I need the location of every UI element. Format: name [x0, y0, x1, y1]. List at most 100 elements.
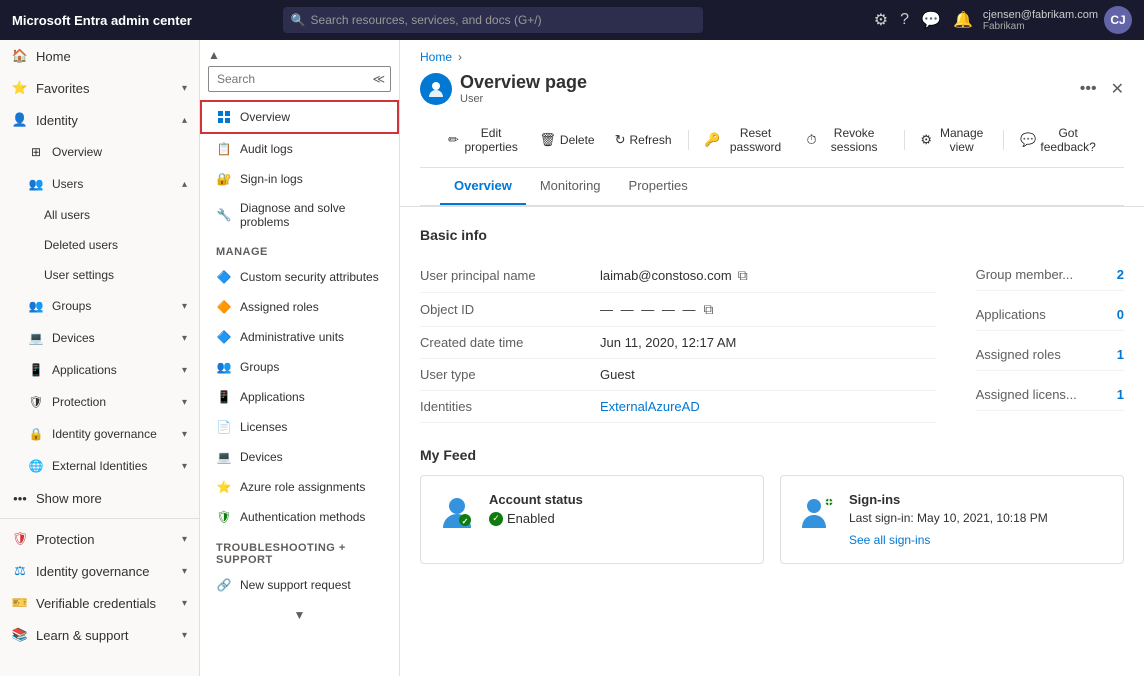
sidebar-item-overview[interactable]: ⊞ Overview: [0, 136, 199, 168]
sidebar-label-user-settings: User settings: [44, 268, 187, 282]
secondary-search-input[interactable]: [208, 66, 391, 92]
upn-text: laimab@constoso.com: [600, 268, 732, 283]
shield2-icon: 🛡: [12, 531, 28, 547]
secondary-nav-auth-methods[interactable]: 🛡 Authentication methods: [200, 502, 399, 532]
user-menu[interactable]: cjensen@fabrikam.com Fabrikam CJ: [983, 6, 1132, 34]
secondary-nav-diagnose[interactable]: 🔧 Diagnose and solve problems: [200, 194, 399, 236]
chevron-down-icon-protection2: ▾: [182, 534, 187, 545]
sign-ins-content: Sign-ins Last sign-in: May 10, 2021, 10:…: [849, 492, 1048, 547]
search-input[interactable]: [283, 7, 703, 33]
upn-value: laimab@constoso.com ⧉: [600, 267, 936, 284]
notification-icon[interactable]: 🔔: [953, 10, 973, 30]
sidebar-label-identity: Identity: [36, 113, 174, 128]
user-avatar[interactable]: CJ: [1104, 6, 1132, 34]
revoke-sessions-btn[interactable]: ⏱ Revoke sessions: [799, 121, 896, 159]
secondary-nav-audit-logs[interactable]: 📋 Audit logs: [200, 134, 399, 164]
secondary-nav-new-support[interactable]: 🔗 New support request: [200, 570, 399, 600]
upn-label: User principal name: [420, 268, 600, 283]
applications-stat-value[interactable]: 0: [1117, 307, 1124, 322]
secondary-nav-licenses[interactable]: 📄 Licenses: [200, 412, 399, 442]
main-content: Home › Overview page User ••• ✕: [400, 40, 1144, 676]
page-subtitle: User: [460, 93, 587, 105]
toolbar-divider-3: [1003, 130, 1004, 150]
shield-icon: 🛡: [28, 394, 44, 410]
sidebar-item-users[interactable]: 👥 Users ▴: [0, 168, 199, 200]
sidebar-label-identity-governance: Identity governance: [52, 427, 174, 441]
feedback-icon[interactable]: 💬: [921, 10, 941, 30]
edit-properties-btn[interactable]: ✏ Edit properties: [440, 121, 527, 159]
sidebar-item-show-more[interactable]: ••• Show more: [0, 482, 199, 514]
secondary-nav-assigned-roles[interactable]: 🔶 Assigned roles: [200, 292, 399, 322]
sidebar-item-groups[interactable]: 👥 Groups ▾: [0, 290, 199, 322]
secondary-nav-devices[interactable]: 💻 Devices: [200, 442, 399, 472]
sidebar-item-favorites[interactable]: ⭐ Favorites ▾: [0, 72, 199, 104]
secondary-search-container: ≪: [200, 66, 399, 100]
sidebar-item-learn-support[interactable]: 📚 Learn & support ▾: [0, 619, 199, 651]
secondary-nav-applications[interactable]: 📱 Applications: [200, 382, 399, 412]
assigned-licenses-value[interactable]: 1: [1117, 387, 1124, 402]
tab-monitoring[interactable]: Monitoring: [526, 168, 615, 205]
sidebar-item-verifiable-credentials[interactable]: 🎫 Verifiable credentials ▾: [0, 587, 199, 619]
reset-password-btn[interactable]: 🔑 Reset password: [696, 121, 794, 159]
tab-properties[interactable]: Properties: [615, 168, 702, 205]
sidebar-item-user-settings[interactable]: User settings: [0, 260, 199, 290]
upn-copy-btn[interactable]: ⧉: [738, 267, 748, 284]
scroll-up-btn[interactable]: ▲: [208, 48, 220, 62]
secondary-nav-groups[interactable]: 👥 Groups: [200, 352, 399, 382]
help-icon[interactable]: ?: [900, 11, 909, 29]
account-status-card: ✓ Account status ✓ Enabled: [420, 475, 764, 564]
group-member-value[interactable]: 2: [1117, 267, 1124, 282]
delete-btn[interactable]: 🗑 Delete: [531, 127, 602, 153]
groups-icon-nav: 👥: [216, 359, 232, 375]
more-options-btn[interactable]: •••: [1074, 78, 1103, 100]
got-feedback-btn[interactable]: 💬 Got feedback?: [1012, 121, 1104, 159]
chevron-down-icon-learn: ▾: [182, 630, 187, 641]
secondary-nav-admin-units[interactable]: 🔷 Administrative units: [200, 322, 399, 352]
sidebar-item-all-users[interactable]: All users: [0, 200, 199, 230]
feed-title: My Feed: [420, 447, 1124, 463]
account-status-badge: ✓ Enabled: [489, 511, 583, 526]
refresh-btn[interactable]: ↻ Refresh: [607, 127, 680, 153]
sidebar-item-identity[interactable]: 👤 Identity ▴: [0, 104, 199, 136]
page-title-text: Overview page User: [460, 72, 587, 105]
close-btn[interactable]: ✕: [1111, 79, 1124, 99]
chevron-down-icon-ext: ▾: [182, 461, 187, 472]
sidebar-item-deleted-users[interactable]: Deleted users: [0, 230, 199, 260]
secondary-nav-label-new-support: New support request: [240, 578, 351, 592]
admin-units-icon: 🔷: [216, 329, 232, 345]
secondary-nav-custom-security[interactable]: 🔷 Custom security attributes: [200, 262, 399, 292]
cred-icon: 🎫: [12, 595, 28, 611]
sidebar-label-groups: Groups: [52, 299, 174, 313]
secondary-nav-overview[interactable]: Overview: [200, 100, 399, 134]
sidebar-item-protection[interactable]: 🛡 Protection ▾: [0, 386, 199, 418]
sidebar-item-devices[interactable]: 💻 Devices ▾: [0, 322, 199, 354]
new-support-icon: 🔗: [216, 577, 232, 593]
tab-overview[interactable]: Overview: [440, 168, 526, 205]
object-id-copy-btn[interactable]: ⧉: [703, 301, 713, 318]
sidebar-item-protection2[interactable]: 🛡 Protection ▾: [0, 523, 199, 555]
see-all-sign-ins-link[interactable]: See all sign-ins: [849, 533, 1048, 547]
scroll-down-btn[interactable]: ▼: [294, 608, 306, 622]
secondary-nav-azure-role[interactable]: ⭐ Azure role assignments: [200, 472, 399, 502]
secondary-nav-sign-in-logs[interactable]: 🔐 Sign-in logs: [200, 164, 399, 194]
manage-view-btn[interactable]: ⚙ Manage view: [912, 121, 995, 159]
secondary-nav-label-auth-methods: Authentication methods: [240, 510, 365, 524]
settings-icon[interactable]: ⚙: [874, 10, 888, 30]
breadcrumb-home[interactable]: Home: [420, 50, 452, 64]
edit-icon: ✏: [448, 132, 459, 148]
sidebar-item-home[interactable]: 🏠 Home: [0, 40, 199, 72]
sidebar-item-applications[interactable]: 📱 Applications ▾: [0, 354, 199, 386]
sidebar-item-external-identities[interactable]: 🌐 External Identities ▾: [0, 450, 199, 482]
sidebar-item-identity-governance2[interactable]: ⚖ Identity governance ▾: [0, 555, 199, 587]
assigned-roles-value[interactable]: 1: [1117, 347, 1124, 362]
sidebar-item-identity-governance[interactable]: 🔒 Identity governance ▾: [0, 418, 199, 450]
edit-properties-label: Edit properties: [463, 126, 519, 154]
toolbar-divider-2: [904, 130, 905, 150]
info-fields: User principal name laimab@constoso.com …: [420, 259, 936, 423]
basic-info-title: Basic info: [420, 227, 1124, 243]
info-row-upn: User principal name laimab@constoso.com …: [420, 259, 936, 293]
identities-link[interactable]: ExternalAzureAD: [600, 399, 700, 414]
sign-in-logs-icon: 🔐: [216, 171, 232, 187]
devices-icon-nav: 💻: [216, 449, 232, 465]
user-type-label: User type: [420, 367, 600, 382]
